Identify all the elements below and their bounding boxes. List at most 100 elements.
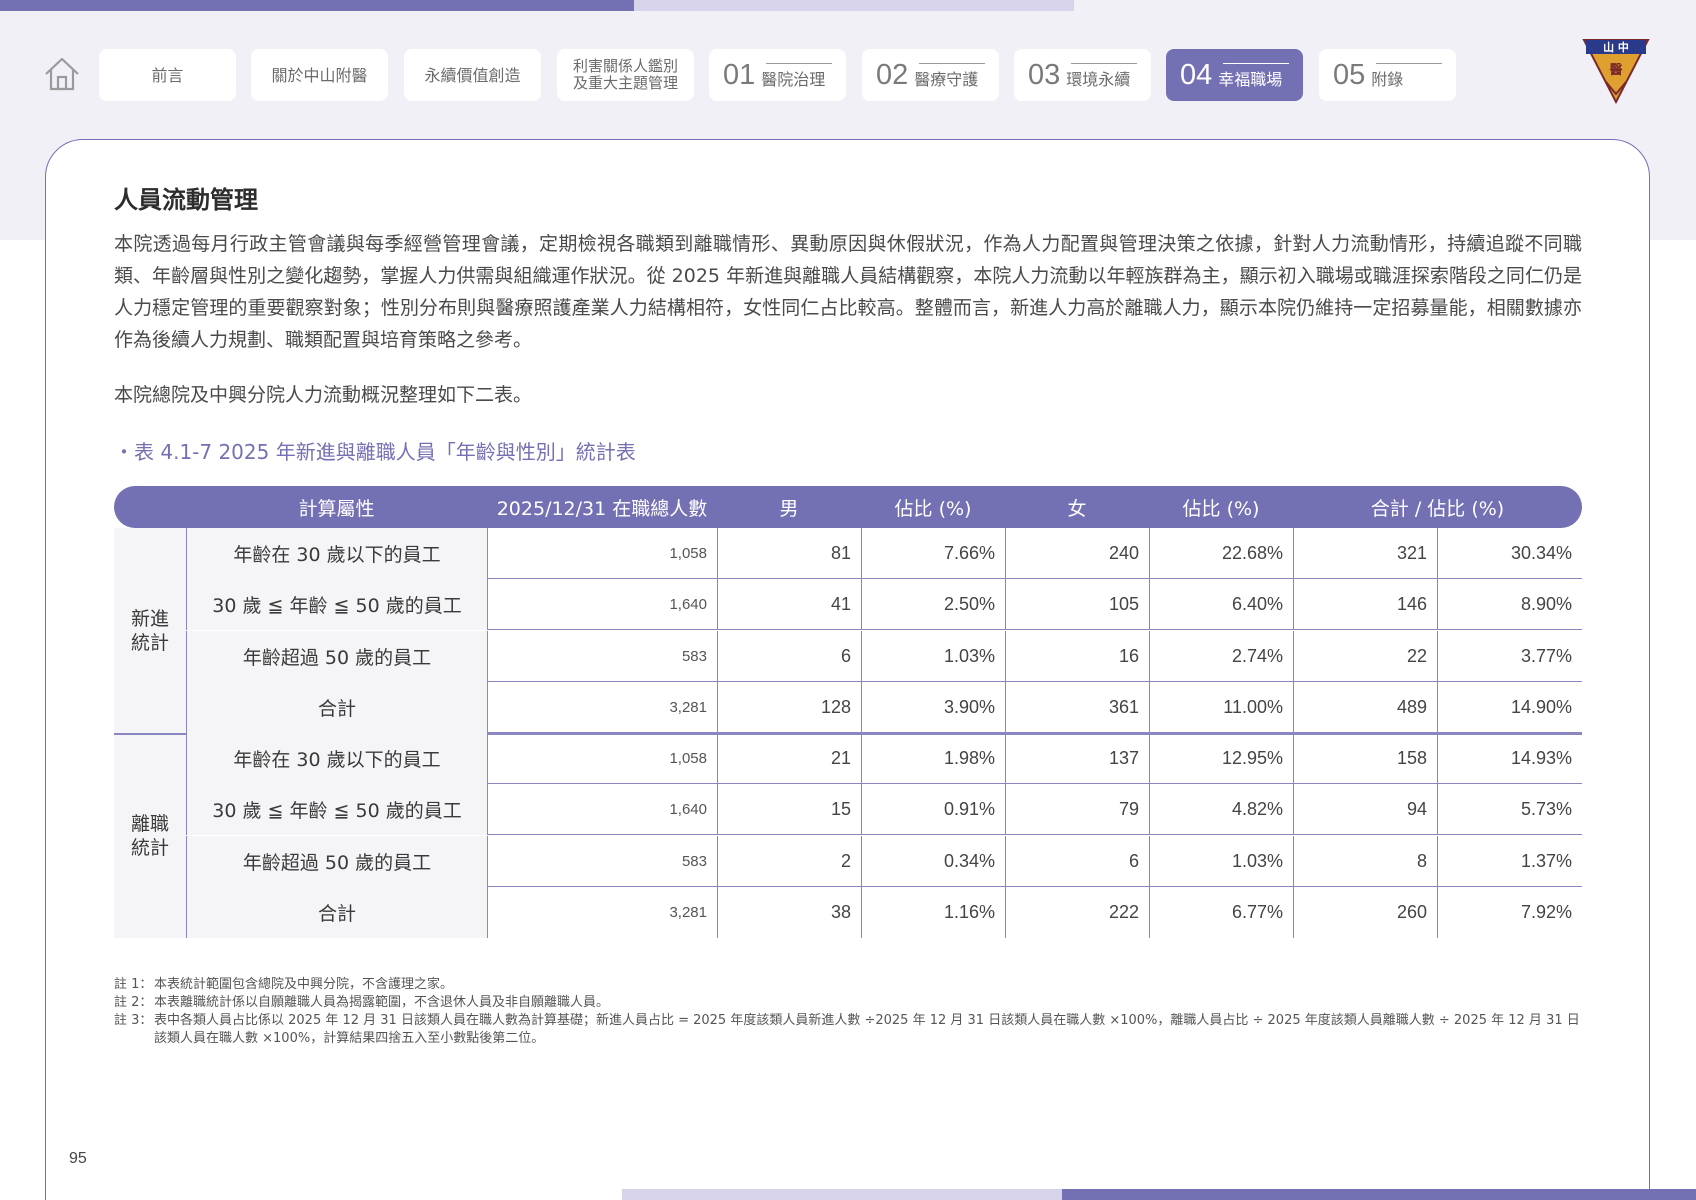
nav-tab-2[interactable]: 關於中山附醫 bbox=[251, 49, 388, 101]
group-label: 離職 統計 bbox=[114, 733, 186, 938]
row-label: 30 歲 ≦ 年齡 ≦ 50 歲的員工 bbox=[186, 579, 487, 631]
row-label: 年齡在 30 歲以下的員工 bbox=[186, 528, 487, 579]
cell-female-pct: 11.00% bbox=[1149, 681, 1293, 733]
top-accent-bar-light bbox=[634, 0, 1074, 11]
top-accent-bar bbox=[0, 0, 634, 11]
page-number: 95 bbox=[69, 1150, 87, 1167]
cell-male-pct: 7.66% bbox=[861, 528, 1005, 579]
cell-female-pct: 22.68% bbox=[1149, 528, 1293, 579]
table-row: 年齡在 30 歲以下的員工 1,058 21 1.98% 137 12.95% 158 14.… bbox=[186, 733, 1582, 784]
cell-sum-pct: 14.90% bbox=[1437, 681, 1582, 733]
cell-male-pct: 1.98% bbox=[861, 733, 1005, 784]
tab-label: 醫院治理 bbox=[761, 69, 826, 89]
tab-chapter-number: 01 bbox=[723, 58, 756, 91]
nav-tab-3[interactable]: 永續價值創造 bbox=[404, 49, 541, 101]
footnote: 註 3： 表中各類人員占比係以 2025 年 12 月 31 日該類人員在職人數為… bbox=[114, 1012, 1584, 1048]
nav-tab-1[interactable]: 前言 bbox=[99, 49, 236, 101]
cell-female: 6 bbox=[1005, 835, 1149, 887]
group-label: 新進 統計 bbox=[114, 528, 186, 733]
footnote-text: 表中各類人員占比係以 2025 年 12 月 31 日該類人員在職人數為計算基礎… bbox=[154, 1013, 1580, 1046]
cell-male: 128 bbox=[717, 681, 861, 733]
cell-total: 1,640 bbox=[487, 784, 717, 836]
cell-female-pct: 6.40% bbox=[1149, 579, 1293, 631]
tab-chapter-number: 05 bbox=[1333, 58, 1366, 91]
tab-chapter-number: 02 bbox=[876, 58, 909, 91]
cell-male-pct: 2.50% bbox=[861, 579, 1005, 631]
svg-text:醫: 醫 bbox=[1609, 63, 1622, 78]
cell-sum: 489 bbox=[1293, 681, 1437, 733]
column-header: 女 bbox=[1067, 497, 1087, 520]
footnote: 註 1： 本表統計範圍包含總院及中興分院，不含護理之家。 bbox=[114, 976, 1584, 994]
cell-female: 240 bbox=[1005, 528, 1149, 579]
cell-male-pct: 0.91% bbox=[861, 784, 1005, 836]
table-row: 年齡超過 50 歲的員工 583 2 0.34% 6 1.03% 8 1.37% bbox=[186, 835, 1582, 887]
column-header: 佔比 (%) bbox=[1182, 497, 1260, 520]
nav-tab-7[interactable]: 03 環境永續 bbox=[1014, 49, 1151, 101]
cell-sum-pct: 5.73% bbox=[1437, 784, 1582, 836]
tab-label: 前言 bbox=[151, 65, 184, 85]
table-row: 年齡超過 50 歲的員工 583 6 1.03% 16 2.74% 22 3.77% bbox=[186, 630, 1582, 682]
cell-total: 583 bbox=[487, 835, 717, 887]
tab-divider-line bbox=[766, 63, 832, 64]
tab-label: 幸福職場 bbox=[1218, 69, 1283, 89]
table-row: 30 歲 ≦ 年齡 ≦ 50 歲的員工 1,640 41 2.50% 105 6.40% 1… bbox=[186, 579, 1582, 631]
tab-label: 醫療守護 bbox=[914, 69, 979, 89]
cell-female-pct: 1.03% bbox=[1149, 835, 1293, 887]
cell-female: 16 bbox=[1005, 630, 1149, 682]
cell-female-pct: 2.74% bbox=[1149, 630, 1293, 682]
cell-sum: 158 bbox=[1293, 733, 1437, 784]
footnotes: 註 1： 本表統計範圍包含總院及中興分院，不含護理之家。註 2： 本表離職統計係以自… bbox=[114, 976, 1584, 1048]
nav-tab-4[interactable]: 利害關係人鑑別 及重大主題管理 bbox=[557, 49, 694, 101]
cell-sum: 146 bbox=[1293, 579, 1437, 631]
nav-tab-8[interactable]: 04 幸福職場 bbox=[1166, 49, 1303, 101]
table-body: 新進 統計 年齡在 30 歲以下的員工 1,058 81 7.66% 240 22.68% 3… bbox=[114, 528, 1582, 938]
cell-female-pct: 4.82% bbox=[1149, 784, 1293, 836]
tab-label: 關於中山附醫 bbox=[271, 65, 368, 85]
footnote: 註 2： 本表離職統計係以自願離職人員為揭露範圍，不含退休人員及非自願離職人員。 bbox=[114, 994, 1584, 1012]
bottom-accent-bar bbox=[1062, 1189, 1696, 1200]
nav-tab-9[interactable]: 05 附錄 bbox=[1319, 49, 1456, 101]
footnote-label: 註 2： bbox=[114, 995, 153, 1010]
footnote-label: 註 3： bbox=[114, 1013, 153, 1028]
row-label: 年齡超過 50 歲的員工 bbox=[186, 835, 487, 887]
staff-turnover-table: 計算屬性 2025/12/31 在職總人數 男 佔比 (%) 女 佔比 (%) 合計 / 佔… bbox=[114, 486, 1582, 938]
table-caption: ・表 4.1-7 2025 年新進與離職人員「年齡與性別」統計表 bbox=[114, 440, 636, 464]
cell-sum: 260 bbox=[1293, 886, 1437, 938]
footnote-text: 本表離職統計係以自願離職人員為揭露範圍，不含退休人員及非自願離職人員。 bbox=[154, 995, 610, 1010]
cell-total: 1,058 bbox=[487, 733, 717, 784]
row-label: 年齡在 30 歲以下的員工 bbox=[186, 733, 487, 784]
cell-sum-pct: 7.92% bbox=[1437, 886, 1582, 938]
nav-tab-5[interactable]: 01 醫院治理 bbox=[709, 49, 846, 101]
cell-male: 15 bbox=[717, 784, 861, 836]
cell-male: 6 bbox=[717, 630, 861, 682]
cell-male: 38 bbox=[717, 886, 861, 938]
tab-divider-line bbox=[1376, 63, 1442, 64]
bottom-accent-bar-light bbox=[622, 1189, 1062, 1200]
cell-female: 361 bbox=[1005, 681, 1149, 733]
cell-female: 137 bbox=[1005, 733, 1149, 784]
cell-male-pct: 3.90% bbox=[861, 681, 1005, 733]
footnote-text: 本表統計範圍包含總院及中興分院，不含護理之家。 bbox=[154, 977, 454, 992]
table-header: 計算屬性 2025/12/31 在職總人數 男 佔比 (%) 女 佔比 (%) 合計 / 佔… bbox=[114, 486, 1582, 528]
cell-total: 583 bbox=[487, 630, 717, 682]
cell-sum-pct: 14.93% bbox=[1437, 733, 1582, 784]
column-header: 合計 / 佔比 (%) bbox=[1370, 497, 1505, 520]
cell-female-pct: 12.95% bbox=[1149, 733, 1293, 784]
tab-label: 附錄 bbox=[1371, 69, 1404, 89]
cell-total: 1,058 bbox=[487, 528, 717, 579]
tab-chapter-number: 03 bbox=[1028, 58, 1061, 91]
hospital-emblem-icon: 山 中 醫 bbox=[1582, 39, 1650, 105]
tab-label: 永續價值創造 bbox=[424, 65, 521, 85]
chapter-navigation: 前言 關於中山附醫 永續價值創造 利害關係人鑑別 及重大主題管理 01 醫院治理 02 醫療守… bbox=[0, 49, 1696, 101]
tab-divider-line bbox=[1071, 63, 1137, 64]
cell-male-pct: 1.16% bbox=[861, 886, 1005, 938]
cell-male-pct: 0.34% bbox=[861, 835, 1005, 887]
tab-label: 利害關係人鑑別 及重大主題管理 bbox=[572, 57, 678, 92]
cell-male: 2 bbox=[717, 835, 861, 887]
cell-female: 79 bbox=[1005, 784, 1149, 836]
cell-sum-pct: 1.37% bbox=[1437, 835, 1582, 887]
nav-tab-6[interactable]: 02 醫療守護 bbox=[862, 49, 999, 101]
cell-sum: 22 bbox=[1293, 630, 1437, 682]
footnote-label: 註 1： bbox=[114, 977, 153, 992]
cell-sum: 321 bbox=[1293, 528, 1437, 579]
